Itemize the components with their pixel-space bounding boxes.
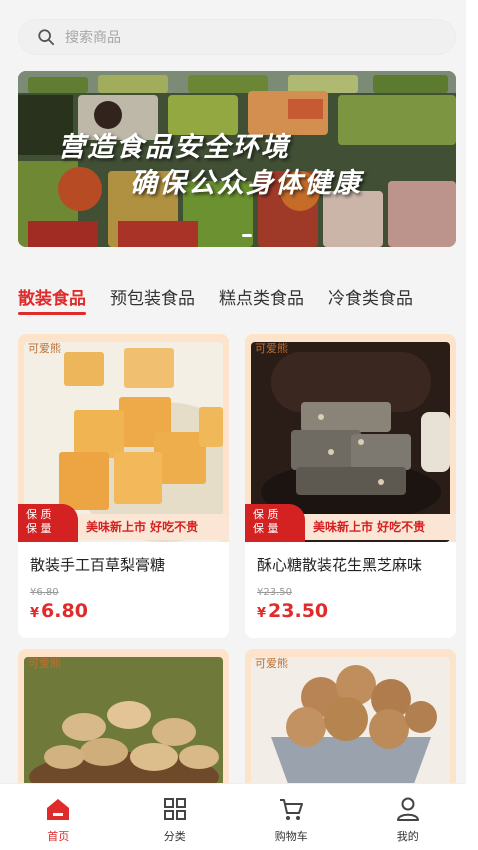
tab-cold-food[interactable]: 冷食类食品 <box>328 280 413 320</box>
search-placeholder: 搜索商品 <box>65 30 121 46</box>
promo-slogan: 美味新上市 好吃不贵 <box>74 514 229 540</box>
product-image-frame: 可爱熊 美味新上市 好吃不贵 保 质 保 量 <box>245 334 456 542</box>
tabbar-profile[interactable]: 我的 <box>350 784 467 850</box>
grid-icon <box>163 798 186 820</box>
tab-packaged-food[interactable]: 预包装食品 <box>110 280 195 320</box>
sale-price: ¥6.80 <box>30 600 88 622</box>
product-title: 散装手工百草梨膏糖 <box>30 556 166 574</box>
tabbar-label: 我的 <box>396 830 419 843</box>
tabbar-category[interactable]: 分类 <box>117 784 234 850</box>
banner-headline: 营造食品安全环境 <box>58 132 290 163</box>
promo-slogan: 美味新上市 好吃不贵 <box>301 514 456 540</box>
product-image <box>251 657 450 789</box>
search-icon <box>38 29 55 46</box>
product-card[interactable]: 可爱熊 <box>245 649 456 789</box>
tabbar-home[interactable]: 首页 <box>0 784 117 850</box>
product-card[interactable]: 可爱熊 美味新上市 好吃不贵 保 质 保 量 散装手工百草梨膏糖 ¥6.80 ¥… <box>18 334 229 638</box>
product-image-frame: 可爱熊 <box>245 649 456 789</box>
category-tabs: 散装食品 预包装食品 糕点类食品 冷食类食品 <box>18 280 478 320</box>
banner-subheadline: 确保公众身体健康 <box>130 168 362 199</box>
promo-ribbon: 美味新上市 好吃不贵 保 质 保 量 <box>245 504 456 542</box>
home-icon <box>47 799 70 820</box>
cart-icon <box>280 799 304 820</box>
tabbar-label: 分类 <box>163 830 186 843</box>
product-card[interactable]: 可爱熊 <box>18 649 229 789</box>
search-input[interactable]: 搜索商品 <box>18 19 456 55</box>
bottom-tab-bar: 首页 分类 购物车 我的 <box>0 783 466 850</box>
product-title: 酥心糖散装花生黑芝麻味 <box>257 556 423 574</box>
user-icon <box>396 797 419 821</box>
brand-label: 可爱熊 <box>28 657 61 670</box>
banner-indicator <box>242 234 252 237</box>
brand-label: 可爱熊 <box>28 342 61 355</box>
tab-bulk-food[interactable]: 散装食品 <box>18 280 86 320</box>
quality-badge: 保 质 保 量 <box>245 504 305 542</box>
tab-pastry-food[interactable]: 糕点类食品 <box>219 280 304 320</box>
original-price: ¥23.50 <box>257 587 292 598</box>
quality-badge: 保 质 保 量 <box>18 504 78 542</box>
promo-banner[interactable]: 营造食品安全环境 确保公众身体健康 <box>18 71 456 247</box>
brand-label: 可爱熊 <box>255 342 288 355</box>
brand-label: 可爱熊 <box>255 657 288 670</box>
product-image-frame: 可爱熊 <box>18 649 229 789</box>
sale-price: ¥23.50 <box>257 600 329 622</box>
right-edge <box>466 0 478 850</box>
tabbar-label: 购物车 <box>274 830 308 843</box>
product-card[interactable]: 可爱熊 美味新上市 好吃不贵 保 质 保 量 酥心糖散装花生黑芝麻味 ¥23.5… <box>245 334 456 638</box>
product-image <box>24 657 223 789</box>
original-price: ¥6.80 <box>30 587 59 598</box>
tabbar-cart[interactable]: 购物车 <box>233 784 350 850</box>
product-image-frame: 可爱熊 美味新上市 好吃不贵 保 质 保 量 <box>18 334 229 542</box>
promo-ribbon: 美味新上市 好吃不贵 保 质 保 量 <box>18 504 229 542</box>
tabbar-label: 首页 <box>47 830 70 843</box>
